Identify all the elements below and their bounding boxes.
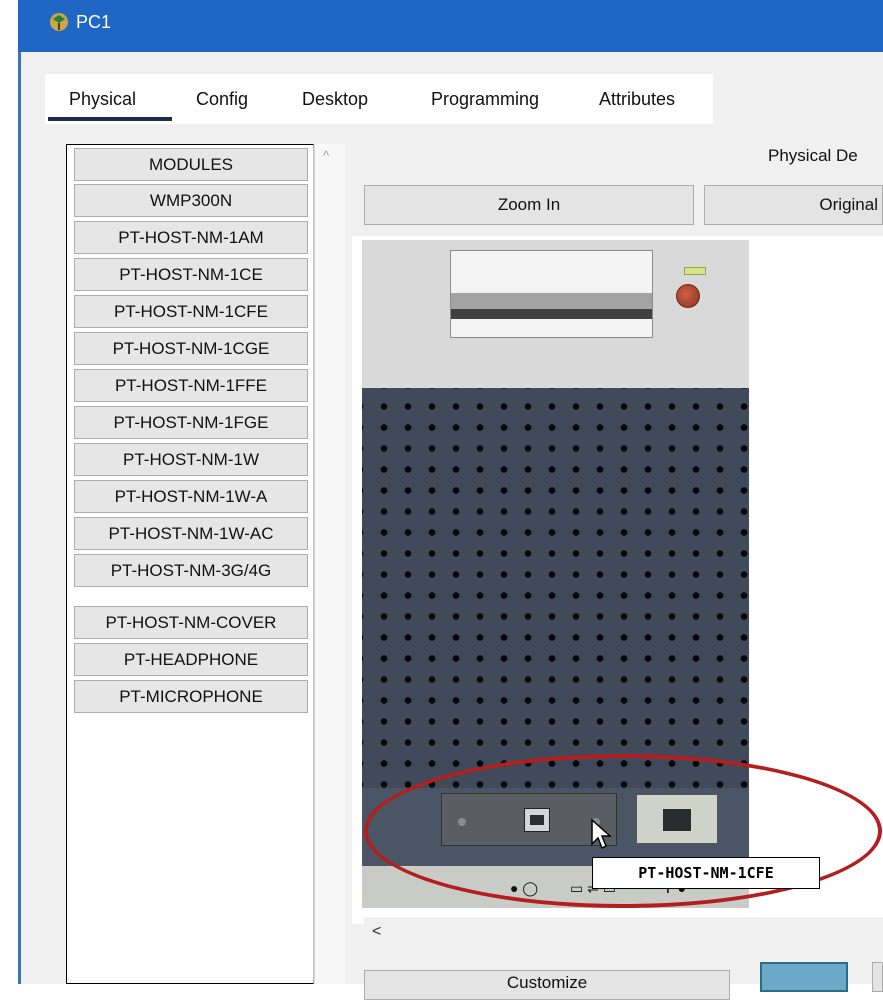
drive-bay — [450, 250, 653, 338]
viewport-scrollbar[interactable]: < — [364, 917, 883, 953]
power-led-icon — [684, 267, 706, 275]
customize-button[interactable]: Customize — [364, 970, 730, 1000]
module-item-1ce[interactable]: PT-HOST-NM-1CE — [74, 258, 308, 291]
tab-programming[interactable]: Programming — [431, 89, 539, 110]
module-item-1ffe[interactable]: PT-HOST-NM-1FFE — [74, 369, 308, 402]
scroll-left-icon[interactable]: < — [372, 923, 381, 941]
tab-attributes[interactable]: Attributes — [599, 89, 675, 110]
module-item-microphone[interactable]: PT-MICROPHONE — [74, 680, 308, 713]
mouse-cursor-icon — [591, 818, 612, 850]
partial-button[interactable] — [872, 962, 883, 992]
tab-config[interactable]: Config — [196, 89, 248, 110]
module-item-1cge[interactable]: PT-HOST-NM-1CGE — [74, 332, 308, 365]
module-item-1w[interactable]: PT-HOST-NM-1W — [74, 443, 308, 476]
drive-slot-shadow — [451, 309, 652, 319]
module-item-wmp300n[interactable]: WMP300N — [74, 184, 308, 217]
original-size-button[interactable]: Original — [704, 185, 883, 225]
device-thumbnail[interactable] — [760, 962, 848, 992]
module-item-1w-a[interactable]: PT-HOST-NM-1W-A — [74, 480, 308, 513]
window-title: PC1 — [76, 12, 112, 32]
pc-device-icon — [50, 13, 68, 31]
module-item-cover[interactable]: PT-HOST-NM-COVER — [74, 606, 308, 639]
module-header[interactable]: MODULES — [74, 148, 308, 181]
module-item-1w-ac[interactable]: PT-HOST-NM-1W-AC — [74, 517, 308, 550]
physical-device-view-label: Physical De — [768, 146, 858, 165]
module-item-1fge[interactable]: PT-HOST-NM-1FGE — [74, 406, 308, 439]
active-tab-indicator — [48, 117, 172, 121]
power-button[interactable] — [676, 284, 700, 308]
module-item-3g-4g[interactable]: PT-HOST-NM-3G/4G — [74, 554, 308, 587]
tab-physical[interactable]: Physical — [69, 89, 136, 110]
scroll-up-icon[interactable]: ^ — [323, 148, 329, 163]
zoom-in-button[interactable]: Zoom In — [364, 185, 694, 225]
module-item-1am[interactable]: PT-HOST-NM-1AM — [74, 221, 308, 254]
desktop-edge — [0, 0, 12, 984]
title-bar[interactable]: PC1 — [18, 0, 883, 52]
tab-desktop[interactable]: Desktop — [302, 89, 368, 110]
module-tooltip: PT-HOST-NM-1CFE — [592, 857, 820, 889]
module-item-headphone[interactable]: PT-HEADPHONE — [74, 643, 308, 676]
module-item-1cfe[interactable]: PT-HOST-NM-1CFE — [74, 295, 308, 328]
module-list-scrollbar[interactable]: ^ — [314, 144, 345, 984]
